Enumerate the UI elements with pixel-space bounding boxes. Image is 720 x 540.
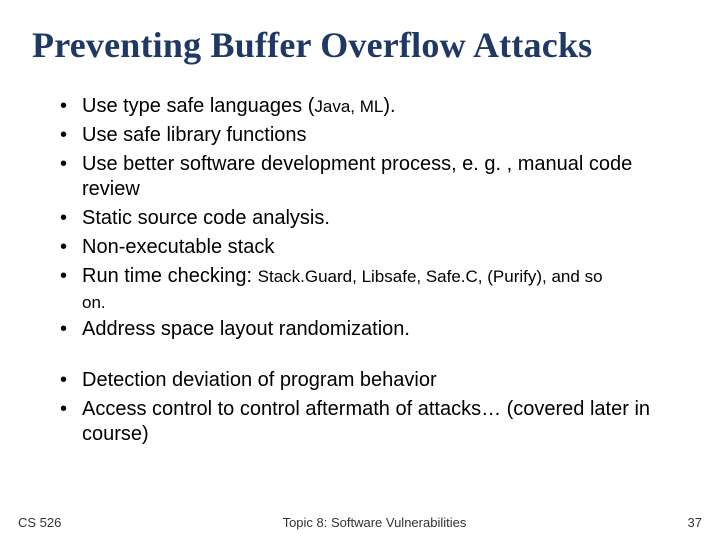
bullet-text: Static source code analysis. (82, 207, 330, 229)
slide-footer: CS 526 Topic 8: Software Vulnerabilities… (18, 515, 702, 530)
bullet-list-secondary: Address space layout randomization. (32, 317, 688, 342)
spacer (32, 346, 688, 368)
bullet-subtext: Java, ML (314, 97, 383, 116)
bullet-text: Use safe library functions (82, 124, 307, 146)
bullet-item: Static source code analysis. (60, 206, 688, 231)
bullet-text: Non-executable stack (82, 236, 274, 258)
bullet-continuation: on. (32, 293, 688, 313)
bullet-item: Use better software development process,… (60, 152, 688, 202)
bullet-item: Use safe library functions (60, 123, 688, 148)
bullet-item: Use type safe languages (Java, ML). (60, 94, 688, 119)
footer-course: CS 526 (18, 515, 61, 530)
bullet-text: Use better software development process,… (82, 153, 632, 200)
bullet-list-tertiary: Detection deviation of program behavior … (32, 368, 688, 447)
bullet-item: Detection deviation of program behavior (60, 368, 688, 393)
slide: Preventing Buffer Overflow Attacks Use t… (0, 0, 720, 540)
bullet-list-primary: Use type safe languages (Java, ML). Use … (32, 94, 688, 289)
bullet-text: Run time checking: (82, 265, 258, 287)
bullet-item: Address space layout randomization. (60, 317, 688, 342)
bullet-text: Access control to control aftermath of a… (82, 398, 650, 445)
footer-page: 37 (688, 515, 702, 530)
bullet-text: Use type safe languages ( (82, 95, 314, 117)
slide-title: Preventing Buffer Overflow Attacks (32, 24, 688, 66)
bullet-item: Run time checking: Stack.Guard, Libsafe,… (60, 264, 688, 289)
bullet-text: Address space layout randomization. (82, 318, 410, 340)
bullet-item: Non-executable stack (60, 235, 688, 260)
footer-topic: Topic 8: Software Vulnerabilities (61, 515, 687, 530)
bullet-item: Access control to control aftermath of a… (60, 397, 688, 447)
bullet-subtext: Stack.Guard, Libsafe, Safe.C, (Purify), … (258, 267, 603, 286)
bullet-text: Detection deviation of program behavior (82, 369, 437, 391)
bullet-text-tail: ). (383, 95, 395, 117)
